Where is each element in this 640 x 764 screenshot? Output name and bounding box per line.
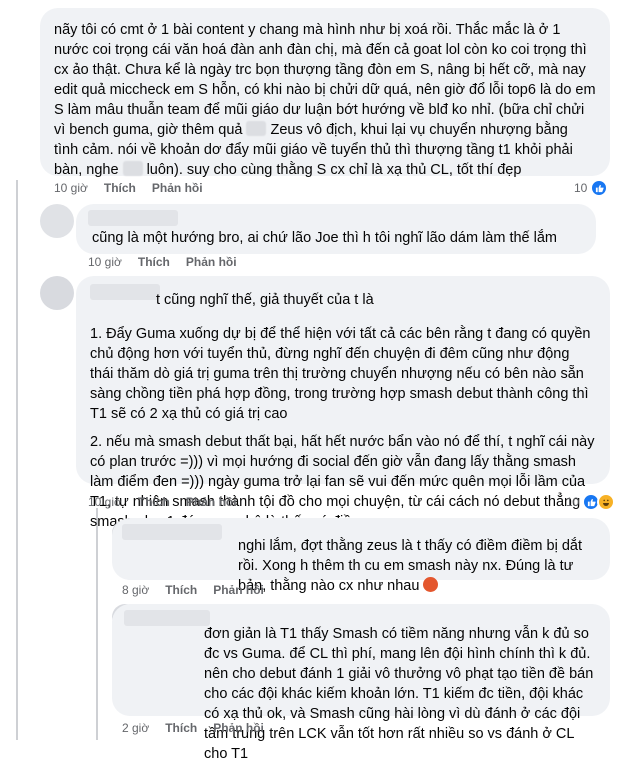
- redacted-text: [122, 161, 143, 176]
- comment-text: nghi lắm, đợt thằng zeus là t thấy có đi…: [238, 538, 582, 594]
- like-button[interactable]: Thích: [165, 583, 197, 597]
- angry-emoji-icon: [423, 577, 439, 592]
- comment-actions: 10 giờ Thích Phản hồi: [88, 494, 237, 510]
- comment-text: nãy tôi có cmt ở 1 bài content y chang m…: [54, 22, 596, 178]
- comment-actions: 10 giờ Thích Phản hồi: [54, 180, 203, 196]
- comment-actions: 2 giờ Thích Phản hồi: [122, 720, 264, 736]
- like-button[interactable]: Thích: [104, 181, 136, 195]
- author-name[interactable]: [90, 284, 160, 300]
- reply-button[interactable]: Phản hồi: [213, 721, 264, 735]
- comment-actions: 8 giờ Thích Phản hồi: [122, 582, 264, 598]
- haha-reaction-icon: [597, 493, 616, 511]
- reply-button[interactable]: Phản hồi: [213, 583, 264, 597]
- comment-actions: 10 giờ Thích Phản hồi: [88, 254, 237, 270]
- comment-bubble: cũng là một hướng bro, ai chứ lão Joe th…: [76, 204, 596, 254]
- comment-bubble: t cũng nghĩ thế, giả thuyết của t là 1. …: [76, 276, 610, 530]
- like-button[interactable]: Thích: [138, 255, 170, 269]
- avatar[interactable]: [40, 276, 74, 310]
- comment-paragraph: 2. nếu mà smash debut thất bại, hất hết …: [90, 434, 595, 530]
- comment-text: đơn giản là T1 thấy Smash có tiềm năng n…: [204, 626, 594, 762]
- reaction-count[interactable]: 10: [566, 493, 616, 511]
- comment-bubble: nãy tôi có cmt ở 1 bài content y chang m…: [40, 8, 610, 178]
- comment-time[interactable]: 10 giờ: [88, 255, 122, 269]
- comment-bubble: nghi lắm, đợt thằng zeus là t thấy có đi…: [112, 518, 610, 594]
- reply-button[interactable]: Phản hồi: [152, 181, 203, 195]
- author-name[interactable]: [122, 524, 222, 540]
- reaction-number: 10: [566, 495, 580, 509]
- comment-time[interactable]: 10 giờ: [54, 181, 88, 195]
- comment-bubble: đơn giản là T1 thấy Smash có tiềm năng n…: [112, 604, 610, 762]
- comment-paragraph: 1. Đẩy Guma xuống dự bị để thể hiện với …: [90, 326, 591, 422]
- like-button[interactable]: Thích: [165, 721, 197, 735]
- reply-button[interactable]: Phản hồi: [186, 495, 237, 509]
- author-name[interactable]: [88, 210, 178, 226]
- thread-line: [96, 508, 98, 740]
- comment-time[interactable]: 2 giờ: [122, 721, 149, 735]
- like-reaction-icon: [590, 179, 609, 197]
- author-name[interactable]: [124, 610, 210, 626]
- avatar[interactable]: [40, 204, 74, 238]
- comment-text: t cũng nghĩ thế, giả thuyết của t là: [156, 292, 374, 308]
- reply-button[interactable]: Phản hồi: [186, 255, 237, 269]
- comment-time[interactable]: 8 giờ: [122, 583, 149, 597]
- thread-line: [16, 280, 18, 740]
- comment-time[interactable]: 10 giờ: [88, 495, 122, 509]
- reaction-number: 10: [574, 181, 588, 195]
- comment-text: cũng là một hướng bro, ai chứ lão Joe th…: [92, 230, 558, 246]
- like-button[interactable]: Thích: [138, 495, 170, 509]
- redacted-text: [246, 121, 267, 136]
- reaction-count[interactable]: 10: [574, 179, 609, 197]
